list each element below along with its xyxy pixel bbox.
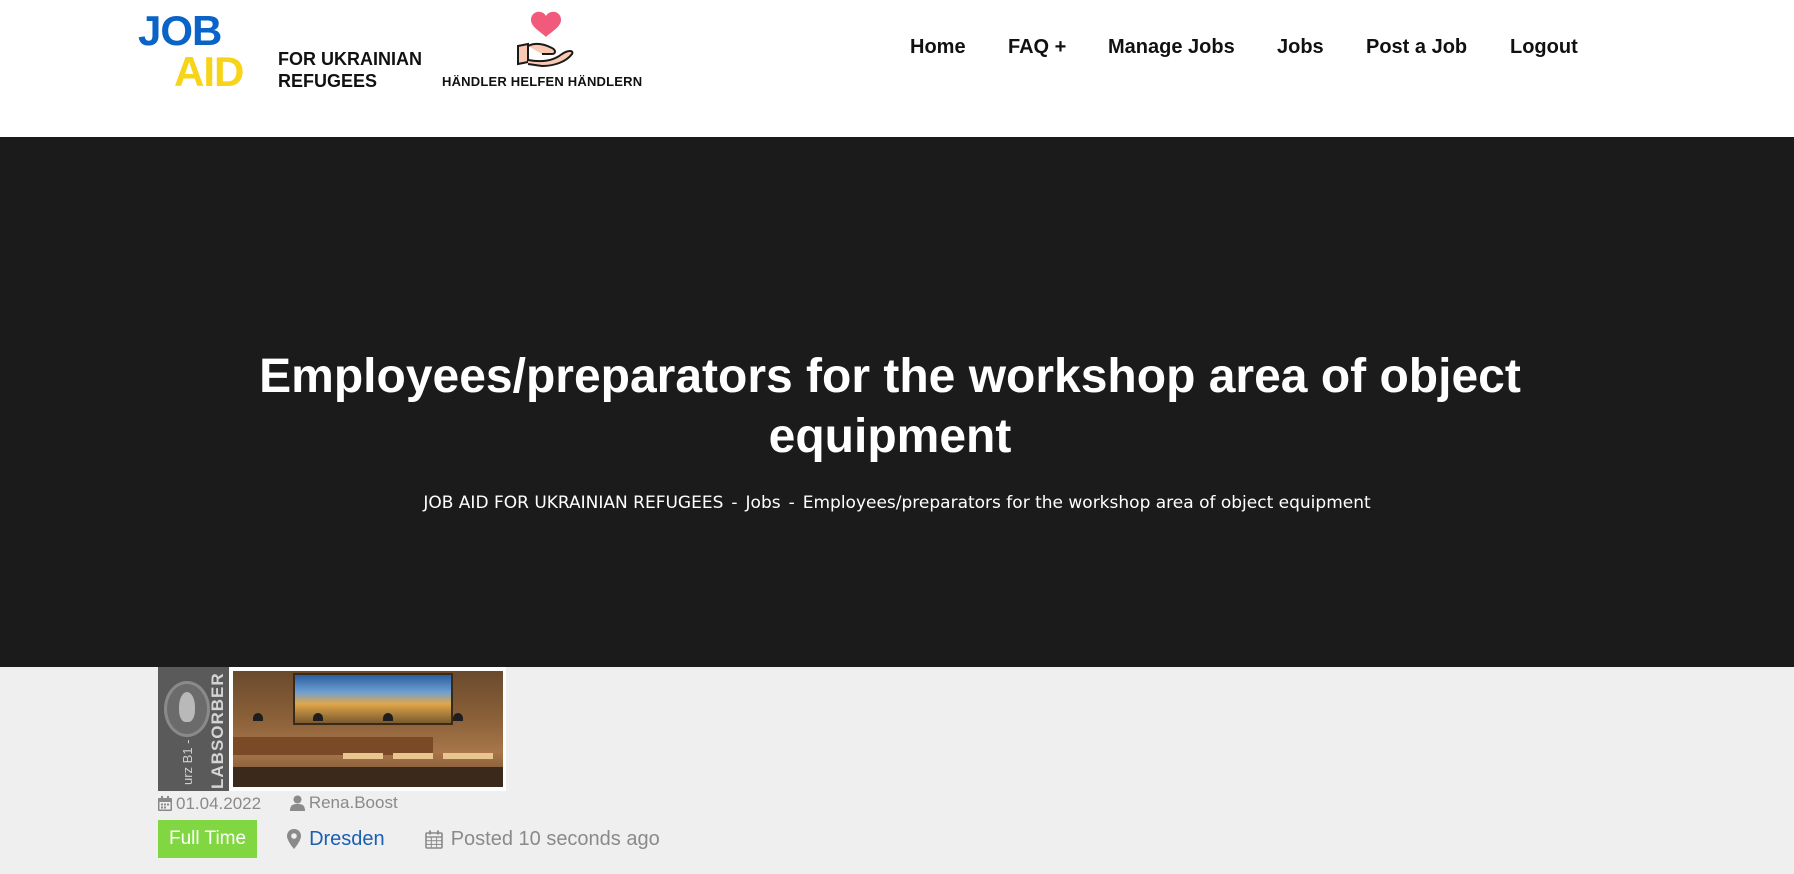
breadcrumb: JOB AID FOR UKRAINIAN REFUGEES - Jobs - Empl…: [0, 493, 1794, 513]
table: [393, 753, 433, 759]
job-location-text[interactable]: Dresden: [309, 828, 385, 851]
breadcrumb-current: Employees/preparators for the workshop a…: [802, 493, 1371, 513]
job-posted: Posted 10 seconds ago: [424, 827, 660, 851]
page-title: Employees/preparators for the workshop a…: [200, 347, 1580, 467]
map-marker-icon: [287, 829, 302, 849]
company-image: urz B1 - LABSORBER: [158, 667, 506, 791]
page-title-line-2: equipment: [768, 410, 1012, 463]
job-type-badge[interactable]: Full Time: [158, 820, 258, 858]
absorber-panel-image: urz B1 - LABSORBER: [158, 667, 231, 791]
pendant-lamp: [383, 713, 393, 721]
job-date: 01.04.2022: [158, 794, 261, 814]
job-date-text: 01.04.2022: [176, 793, 262, 813]
table: [343, 753, 383, 759]
floor: [233, 767, 503, 787]
calendar-icon: [158, 796, 172, 811]
job-location[interactable]: Dresden: [287, 828, 385, 851]
nav-home[interactable]: Home: [910, 36, 966, 59]
absorber-small-text: urz B1 -: [180, 739, 195, 785]
logo-subtitle-line-2: REFUGEES: [278, 71, 378, 91]
page-title-line-1: Employees/preparators for the workshop a…: [259, 350, 1521, 403]
job-author-text: Rena.Boost: [308, 793, 398, 812]
site-header: JOB AID FOR UKRAINIAN REFUGEES HÄNDLER H…: [0, 0, 1794, 137]
job-details: Full Time Dresden Posted 10 seconds ago: [158, 819, 660, 859]
absorber-label: LABSORBER: [208, 672, 227, 789]
breadcrumb-separator: -: [731, 493, 738, 513]
nav-post-a-job[interactable]: Post a Job: [1366, 36, 1467, 59]
nav-logout[interactable]: Logout: [1510, 36, 1578, 59]
breadcrumb-jobs[interactable]: Jobs: [746, 493, 781, 513]
nav-faq[interactable]: FAQ +: [1008, 36, 1066, 59]
breadcrumb-separator: -: [788, 493, 795, 513]
nav-manage-jobs[interactable]: Manage Jobs: [1108, 36, 1235, 59]
main-nav: Home FAQ + Manage Jobs Jobs Post a Job L…: [0, 36, 1794, 62]
pendant-lamp: [253, 713, 263, 721]
job-author: Rena.Boost: [289, 793, 398, 813]
user-icon: [289, 795, 305, 811]
page-hero: Employees/preparators for the workshop a…: [0, 137, 1794, 667]
job-posted-text: Posted 10 seconds ago: [450, 827, 660, 850]
flame-shield-icon: [164, 681, 210, 737]
job-meta: 01.04.2022 Rena.Boost: [158, 793, 422, 815]
calendar-outline-icon: [424, 830, 443, 849]
table: [443, 753, 493, 759]
restaurant-photo: [233, 671, 503, 787]
pendant-lamp: [453, 713, 463, 721]
partner-logo-text: HÄNDLER HELFEN HÄNDLERN: [442, 74, 643, 89]
breadcrumb-home[interactable]: JOB AID FOR UKRAINIAN REFUGEES: [423, 493, 723, 513]
nav-jobs[interactable]: Jobs: [1277, 36, 1324, 59]
pendant-lamp: [313, 713, 323, 721]
